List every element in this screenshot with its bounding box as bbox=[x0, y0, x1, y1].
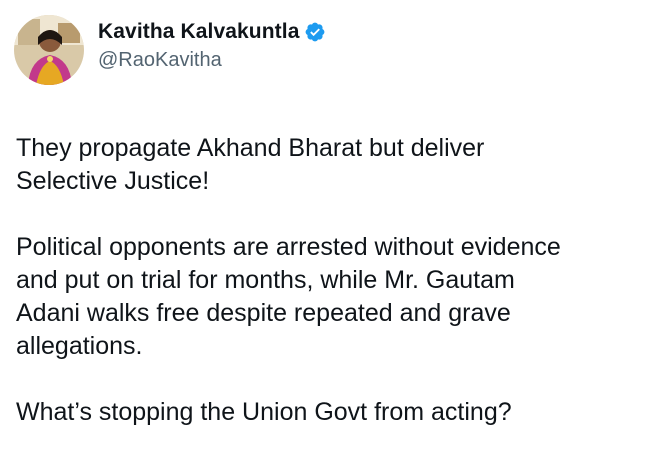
tweet-line: Adani walks free despite repeated and gr… bbox=[16, 299, 511, 327]
tweet-card: Kavitha Kalvakuntla @RaoKavitha They pro… bbox=[0, 0, 650, 470]
tweet-line: What’s stopping the Union Govt from acti… bbox=[16, 398, 512, 426]
author-handle[interactable]: @RaoKavitha bbox=[98, 47, 326, 73]
display-name[interactable]: Kavitha Kalvakuntla bbox=[98, 17, 299, 47]
tweet-line: They propagate Akhand Bharat but deliver bbox=[16, 134, 485, 162]
verified-badge-icon bbox=[304, 21, 326, 43]
author-names: Kavitha Kalvakuntla @RaoKavitha bbox=[98, 17, 326, 73]
tweet-paragraph: They propagate Akhand Bharat but deliver… bbox=[16, 132, 636, 198]
tweet-text: They propagate Akhand Bharat but deliver… bbox=[14, 132, 636, 429]
tweet-line: Selective Justice! bbox=[16, 167, 210, 195]
tweet-paragraph: Political opponents are arrested without… bbox=[16, 231, 636, 363]
tweet-header: Kavitha Kalvakuntla @RaoKavitha bbox=[14, 12, 636, 88]
tweet-line: Political opponents are arrested without… bbox=[16, 233, 561, 261]
tweet-line: allegations. bbox=[16, 332, 143, 360]
avatar-image bbox=[14, 15, 84, 85]
tweet-paragraph: What’s stopping the Union Govt from acti… bbox=[16, 396, 636, 429]
tweet-line: and put on trial for months, while Mr. G… bbox=[16, 266, 515, 294]
display-name-row: Kavitha Kalvakuntla bbox=[98, 17, 326, 47]
avatar[interactable] bbox=[14, 15, 84, 85]
